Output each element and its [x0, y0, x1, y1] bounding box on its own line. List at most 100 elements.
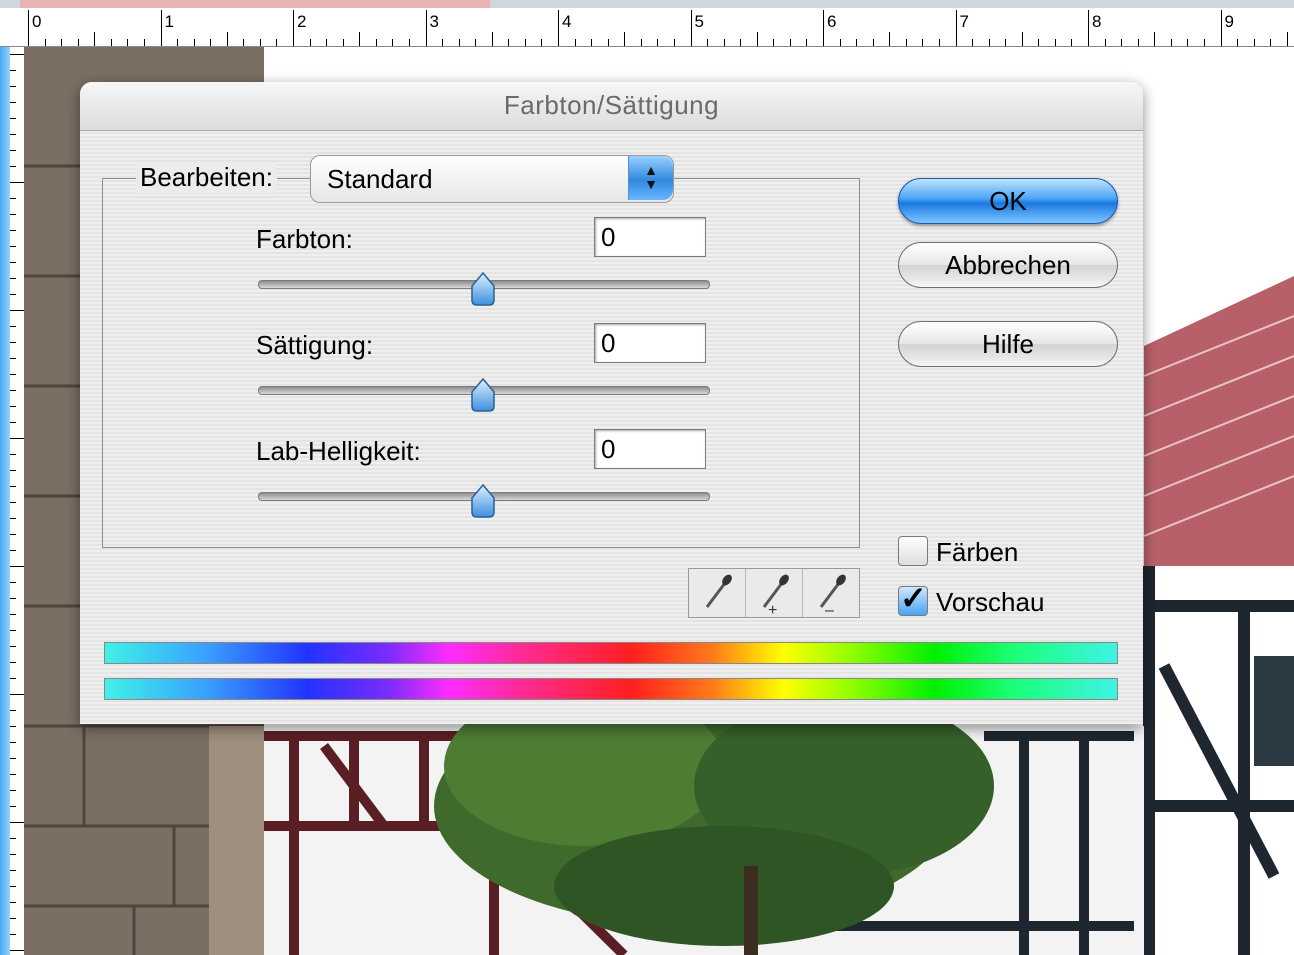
ruler-number: 0 — [32, 12, 42, 31]
vertical-ruler-tick — [10, 246, 16, 247]
vertical-ruler-tick — [10, 486, 16, 487]
ruler-minor-tick — [1104, 39, 1106, 46]
output-color-spectrum — [104, 678, 1118, 700]
vertical-ruler-tick — [10, 166, 16, 167]
vertical-ruler-tick — [10, 790, 16, 791]
preview-checkbox[interactable]: ✓ Vorschau — [898, 580, 1045, 618]
vertical-ruler-tick — [10, 310, 24, 311]
ruler-minor-tick — [856, 39, 858, 46]
edit-dropdown[interactable]: Standard ▲ ▼ — [310, 155, 674, 203]
ruler-minor-tick — [839, 39, 841, 46]
vertical-ruler-tick — [10, 326, 16, 327]
ok-button[interactable]: OK — [898, 178, 1118, 224]
vertical-ruler-tick — [10, 214, 16, 215]
vertical-ruler-tick — [10, 102, 16, 103]
vertical-ruler-tick — [10, 54, 24, 55]
ruler-major-tick — [28, 10, 29, 46]
ruler-minor-tick — [889, 32, 891, 46]
saturation-slider-thumb[interactable] — [469, 378, 497, 412]
ruler-minor-tick — [1237, 39, 1239, 46]
ruler-minor-tick — [259, 39, 261, 46]
vertical-ruler-tick — [10, 758, 16, 759]
ruler-minor-tick — [1038, 39, 1040, 46]
colorize-checkbox-box[interactable] — [898, 536, 928, 566]
saturation-label: Sättigung: — [256, 330, 374, 360]
vertical-ruler-tick — [10, 150, 16, 151]
vertical-ruler-tick — [10, 358, 16, 359]
lightness-slider-thumb[interactable] — [469, 484, 497, 518]
ruler-minor-tick — [1054, 39, 1056, 46]
vertical-ruler-tick — [10, 566, 24, 567]
vertical-ruler-tick — [10, 774, 16, 775]
vertical-ruler-tick — [10, 822, 24, 823]
eyedropper-minus-icon: – — [819, 574, 846, 619]
ruler-major-tick — [823, 10, 824, 46]
vertical-ruler-tick — [10, 230, 16, 231]
ruler-major-tick — [160, 10, 162, 46]
dropdown-arrows-icon: ▲ ▼ — [628, 156, 673, 200]
ruler-minor-tick — [61, 39, 63, 46]
ruler-minor-tick — [1154, 32, 1156, 46]
ruler-number: 6 — [827, 12, 837, 31]
vertical-ruler-tick — [10, 854, 16, 855]
ruler-minor-tick — [1187, 39, 1189, 46]
vertical-ruler-tick — [10, 198, 16, 199]
ruler-major-tick — [1220, 10, 1222, 46]
ruler-minor-tick — [1071, 39, 1073, 46]
ruler-minor-tick — [1137, 39, 1139, 46]
ruler-minor-tick — [673, 39, 675, 46]
ruler-minor-tick — [1203, 39, 1205, 46]
cancel-button[interactable]: Abbrechen — [898, 242, 1118, 288]
vertical-ruler-tick — [10, 582, 16, 583]
eyedropper-minus-button[interactable]: – — [803, 569, 859, 619]
dialog-titlebar[interactable]: Farbton/Sättigung — [80, 82, 1143, 131]
vertical-ruler-tick — [10, 390, 16, 391]
vertical-ruler-tick — [10, 950, 24, 951]
vertical-ruler-tick — [10, 838, 16, 839]
ruler-minor-tick — [326, 39, 328, 46]
preview-checkbox-box[interactable]: ✓ — [898, 580, 928, 616]
ruler-minor-tick — [806, 39, 808, 46]
ruler-minor-tick — [491, 32, 493, 46]
eyedropper-plus-button[interactable]: + — [746, 569, 803, 619]
eyedropper-button[interactable] — [689, 569, 746, 617]
hue-input[interactable] — [594, 217, 706, 257]
ruler-minor-tick — [309, 39, 311, 46]
vertical-ruler-tick — [10, 518, 16, 519]
vertical-ruler-tick — [10, 550, 16, 551]
ruler-minor-tick — [375, 39, 377, 46]
ruler-minor-tick — [1286, 32, 1288, 46]
ruler-major-tick — [690, 10, 692, 46]
hue-slider-thumb[interactable] — [469, 272, 497, 306]
vertical-ruler-tick — [10, 262, 16, 263]
ruler-minor-tick — [756, 32, 758, 46]
ruler-minor-tick — [640, 39, 642, 46]
ruler-minor-tick — [342, 39, 344, 46]
colorize-checkbox[interactable]: Färben — [898, 536, 1018, 568]
ruler-minor-tick — [1005, 39, 1007, 46]
eyedropper-plus-icon: + — [762, 574, 789, 619]
ruler-minor-tick — [1121, 39, 1123, 46]
hue-saturation-dialog: Farbton/Sättigung Bearbeiten: Standard ▲… — [80, 82, 1143, 724]
vertical-ruler-tick — [10, 374, 16, 375]
ruler-minor-tick — [1170, 39, 1172, 46]
ruler-minor-tick — [408, 39, 410, 46]
input-color-spectrum — [104, 642, 1118, 664]
lightness-input[interactable] — [594, 429, 706, 469]
ruler-minor-tick — [177, 39, 179, 46]
help-button[interactable]: Hilfe — [898, 321, 1118, 367]
ruler-number: 2 — [297, 12, 307, 31]
ruler-minor-tick — [359, 32, 361, 46]
ruler-major-tick — [955, 10, 957, 46]
ruler-minor-tick — [740, 39, 742, 46]
vertical-ruler-tick — [10, 726, 16, 727]
vertical-ruler-tick — [10, 886, 16, 887]
hue-label: Farbton: — [256, 224, 353, 254]
ruler-minor-tick — [243, 39, 245, 46]
vertical-ruler-tick — [10, 182, 24, 183]
saturation-input[interactable] — [594, 323, 706, 363]
preview-label: Vorschau — [936, 587, 1045, 617]
ruler-minor-tick — [44, 39, 46, 46]
ruler-minor-tick — [723, 39, 725, 46]
ruler-minor-tick — [524, 39, 526, 46]
